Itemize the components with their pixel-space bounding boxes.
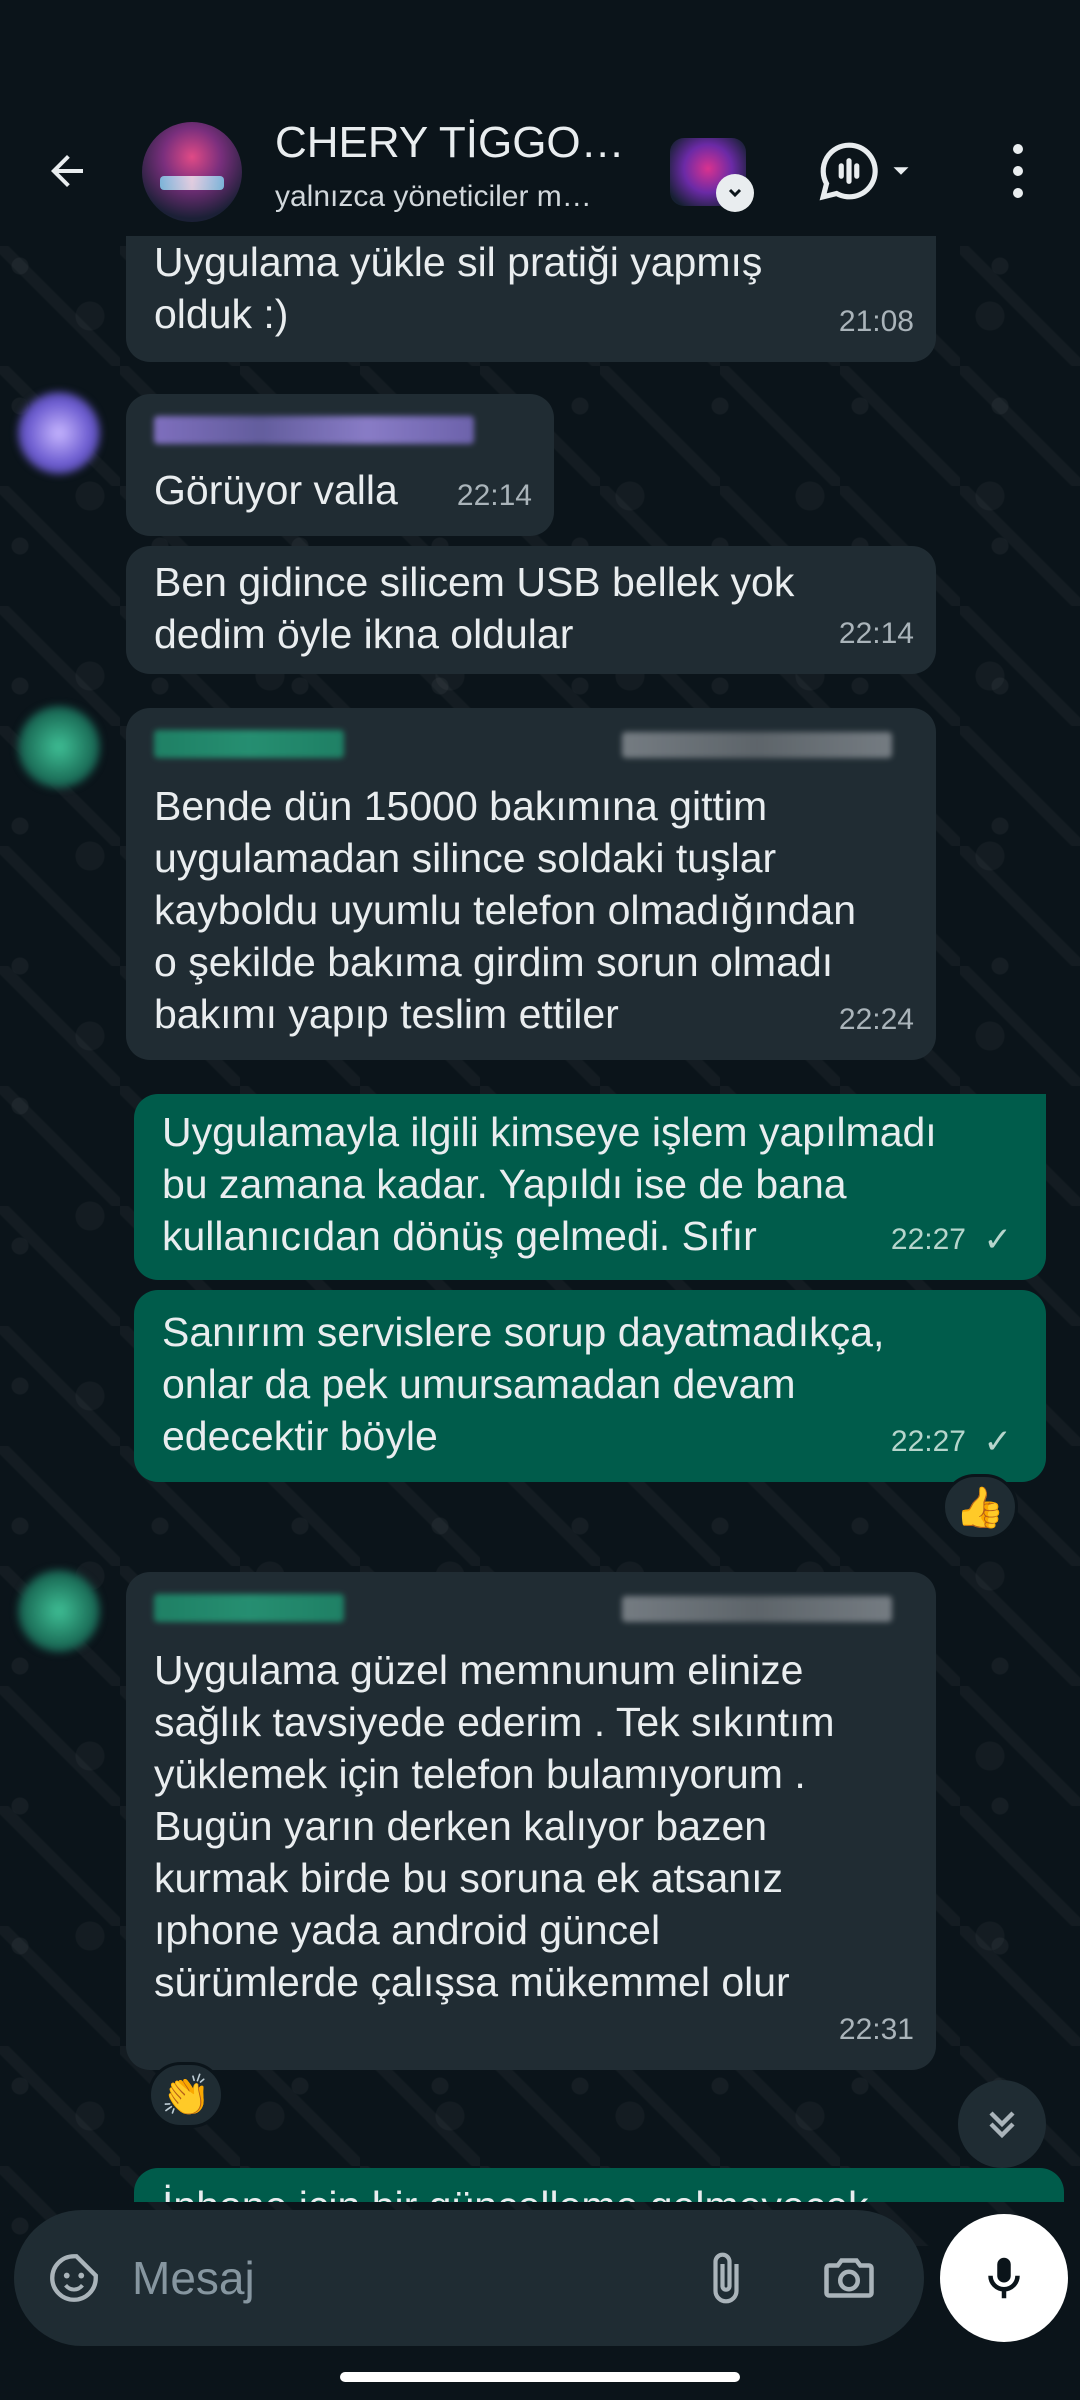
sender-avatar[interactable] bbox=[18, 1570, 100, 1652]
community-avatar[interactable] bbox=[670, 138, 754, 212]
message-text: Uygulama güzel memnunum elinize sağlık t… bbox=[154, 1647, 835, 2005]
message-text: Uygulama yükle sil pratiği yapmış olduk … bbox=[154, 239, 763, 337]
chat-screen: CHERY TİGGO… yalnızca yöneticiler m… Uyg… bbox=[0, 0, 1080, 2400]
sender-avatar[interactable] bbox=[18, 392, 100, 474]
message-reaction[interactable]: 👏 bbox=[148, 2062, 224, 2128]
sender-phone-blurred bbox=[622, 732, 892, 758]
message-composer bbox=[14, 2210, 924, 2346]
message-time: 22:27 bbox=[890, 1425, 966, 1458]
sender-name-blurred[interactable] bbox=[154, 730, 344, 758]
sender-avatar[interactable] bbox=[18, 706, 100, 788]
double-chevron-down-icon bbox=[989, 2111, 1015, 2139]
message-bubble-outgoing[interactable]: Sanırım servislere sorup dayatmadıkça, o… bbox=[134, 1290, 1046, 1482]
chat-title[interactable]: CHERY TİGGO… bbox=[275, 118, 625, 168]
message-text: Görüyor valla bbox=[154, 467, 398, 513]
group-avatar[interactable] bbox=[142, 122, 242, 222]
message-input[interactable] bbox=[132, 2244, 692, 2312]
message-bubble-outgoing[interactable]: İphone için bir güncelleme gelmeyecek bbox=[134, 2168, 1064, 2202]
message-text: Ben gidince silicem USB bellek yok dedim… bbox=[154, 559, 795, 657]
message-time: 22:31 bbox=[838, 2013, 914, 2046]
message-bubble[interactable]: Bende dün 15000 bakımına gittim uygulama… bbox=[126, 708, 936, 1060]
sent-check-icon: ✓ bbox=[983, 1221, 1013, 1259]
message-text: İphone için bir güncelleme gelmeyecek bbox=[162, 2183, 869, 2202]
message-text: Uygulamayla ilgili kimseye işlem yapılma… bbox=[162, 1109, 937, 1259]
message-bubble-outgoing[interactable]: Uygulamayla ilgili kimseye işlem yapılma… bbox=[134, 1094, 1046, 1280]
paperclip-icon bbox=[713, 2252, 739, 2304]
message-bubble[interactable]: Ben gidince silicem USB bellek yok dedim… bbox=[126, 546, 936, 674]
message-bubble[interactable]: Uygulama güzel memnunum elinize sağlık t… bbox=[126, 1572, 936, 2070]
back-button[interactable] bbox=[36, 140, 98, 202]
more-options-button[interactable] bbox=[996, 136, 1040, 206]
camera-button[interactable] bbox=[814, 2246, 884, 2310]
chevron-down-icon bbox=[716, 174, 754, 212]
sticker-emoji-icon bbox=[50, 2254, 98, 2302]
message-time: 22:14 bbox=[838, 617, 914, 650]
scroll-to-bottom-button[interactable] bbox=[958, 2080, 1046, 2168]
voice-record-button[interactable] bbox=[940, 2214, 1068, 2342]
voice-chat-icon bbox=[819, 142, 878, 201]
arrow-left-icon bbox=[51, 155, 83, 187]
sender-name-blurred[interactable] bbox=[154, 416, 474, 444]
message-reaction[interactable]: 👍 bbox=[942, 1474, 1018, 1540]
voice-chat-button[interactable] bbox=[818, 136, 928, 206]
attach-button[interactable] bbox=[694, 2246, 758, 2310]
sender-name-blurred[interactable] bbox=[154, 1594, 344, 1622]
message-time: 22:14 bbox=[456, 479, 532, 512]
sent-check-icon: ✓ bbox=[983, 1423, 1013, 1461]
message-time: 22:24 bbox=[838, 1003, 914, 1036]
message-time: 21:08 bbox=[838, 305, 914, 338]
message-bubble[interactable]: Görüyor valla 22:14 bbox=[126, 394, 554, 536]
chat-subtitle[interactable]: yalnızca yöneticiler m… bbox=[275, 180, 625, 214]
message-text: Sanırım servislere sorup dayatmadıkça, o… bbox=[162, 1309, 885, 1459]
sender-phone-blurred bbox=[622, 1596, 892, 1622]
message-bubble[interactable]: Uygulama yükle sil pratiği yapmış olduk … bbox=[126, 236, 936, 362]
message-time: 22:27 bbox=[890, 1223, 966, 1256]
microphone-icon bbox=[988, 2257, 1020, 2299]
chat-header: CHERY TİGGO… yalnızca yöneticiler m… bbox=[0, 0, 1080, 246]
dropdown-caret-icon bbox=[893, 167, 909, 175]
message-text: Bende dün 15000 bakımına gittim uygulama… bbox=[154, 783, 857, 1037]
camera-icon bbox=[824, 2258, 874, 2298]
system-home-indicator[interactable] bbox=[340, 2372, 740, 2382]
emoji-button[interactable] bbox=[42, 2246, 106, 2310]
